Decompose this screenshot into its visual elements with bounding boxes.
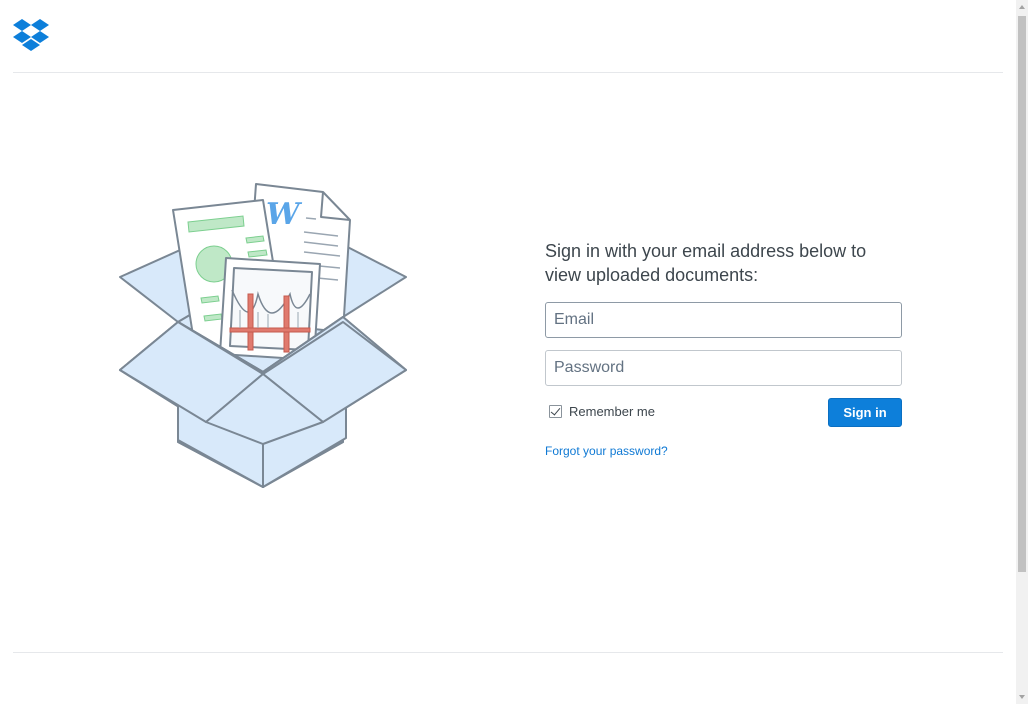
page: W Sign in with your email address below … (0, 0, 1016, 704)
email-field[interactable] (545, 302, 902, 338)
open-box-with-documents-illustration: W (118, 182, 408, 490)
scroll-thumb[interactable] (1018, 16, 1026, 572)
header (13, 0, 1003, 73)
svg-text:W: W (266, 197, 303, 232)
remember-row: Remember me Sign in (545, 398, 903, 428)
remember-me-checkbox[interactable]: Remember me (549, 404, 655, 419)
footer-divider (13, 652, 1003, 653)
forgot-password-link[interactable]: Forgot your password? (545, 444, 668, 458)
checkbox-checked-icon[interactable] (549, 405, 562, 418)
dropbox-logo-icon[interactable] (13, 18, 49, 52)
remember-me-label: Remember me (569, 404, 655, 419)
signin-button[interactable]: Sign in (828, 398, 902, 427)
scroll-down-arrow-icon[interactable] (1016, 690, 1028, 704)
vertical-scrollbar[interactable] (1016, 0, 1028, 704)
scroll-up-arrow-icon[interactable] (1016, 0, 1028, 14)
password-field[interactable] (545, 350, 902, 386)
signin-title: Sign in with your email address below to… (545, 241, 867, 285)
signin-form: Sign in with your email address below to… (545, 239, 903, 460)
